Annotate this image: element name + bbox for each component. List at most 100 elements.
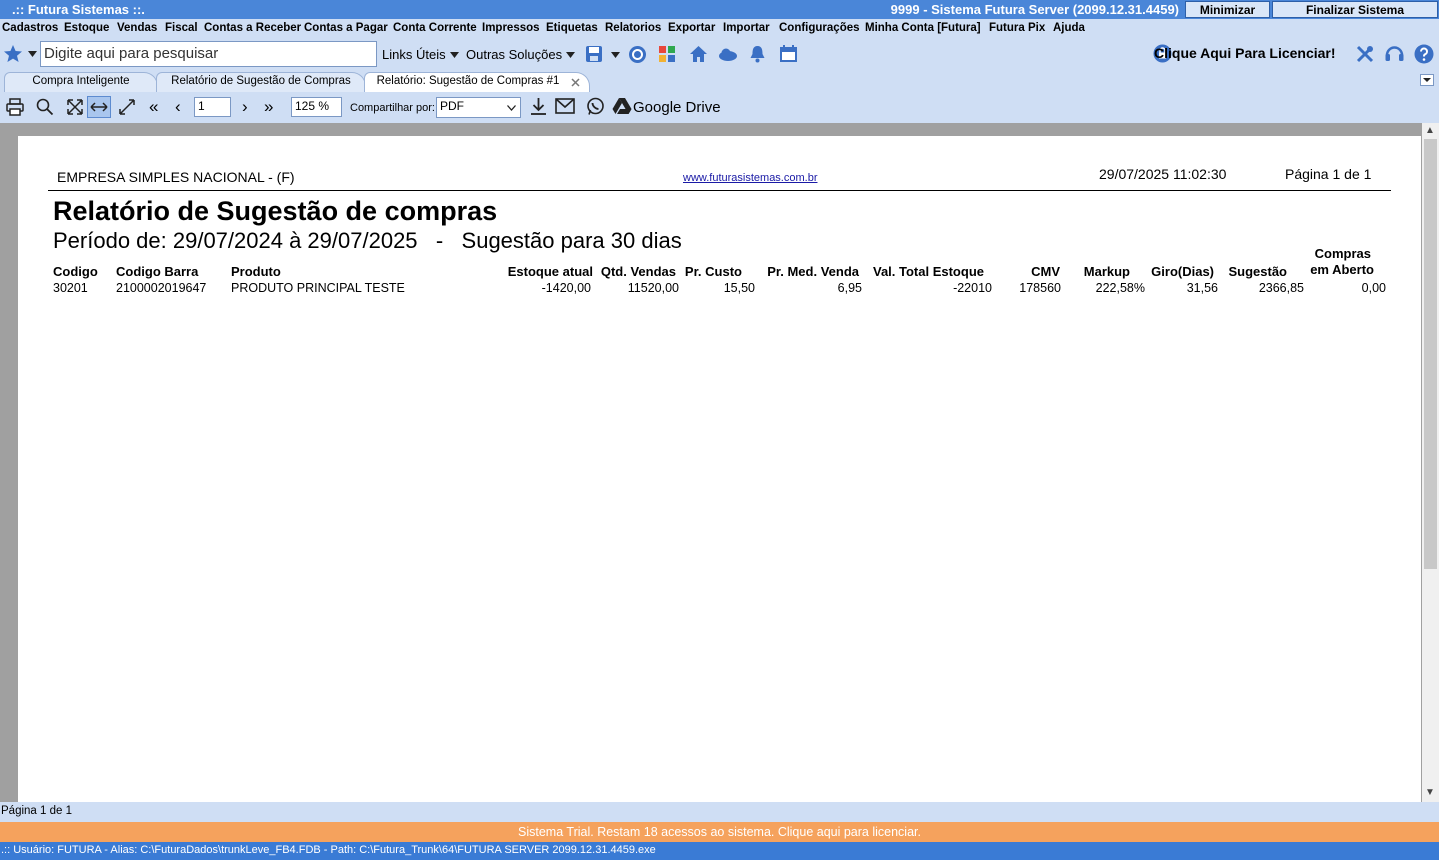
prev-page-icon[interactable]: ‹: [175, 97, 181, 117]
scroll-down-icon[interactable]: ▼: [1425, 787, 1435, 798]
chevron-down-icon[interactable]: [450, 52, 459, 58]
close-icon[interactable]: [571, 78, 580, 87]
menu-contas-pagar[interactable]: Contas a Pagar: [304, 22, 388, 34]
menu-importar[interactable]: Importar: [723, 22, 770, 34]
scroll-up-icon[interactable]: ▲: [1425, 125, 1435, 136]
col-sugestao: Sugestão: [1228, 264, 1287, 279]
menu-estoque[interactable]: Estoque: [64, 22, 109, 34]
page-status: Página 1 de 1: [0, 802, 1439, 822]
menu-vendas[interactable]: Vendas: [117, 22, 157, 34]
col-giro-dias: Giro(Dias): [1151, 264, 1214, 279]
menu-configuracoes[interactable]: Configurações: [779, 22, 860, 34]
main-toolbar: Digite aqui para pesquisar Links Úteis O…: [0, 39, 1439, 70]
shrink-icon[interactable]: [118, 98, 136, 116]
cell-codigo-barra: 2100002019647: [116, 281, 207, 295]
share-label: Compartilhar por:: [350, 102, 435, 114]
search-icon[interactable]: [36, 98, 54, 116]
cell-val-total-estoque: -22010: [953, 281, 992, 295]
col-produto: Produto: [231, 264, 281, 279]
menu-etiquetas[interactable]: Etiquetas: [546, 22, 598, 34]
col-compras: Compras: [1314, 246, 1371, 261]
website-link[interactable]: www.futurasistemas.com.br: [683, 172, 817, 184]
cell-qtd-vendas: 11520,00: [627, 281, 679, 295]
fit-page-icon[interactable]: [66, 98, 84, 116]
col-val-total-estoque: Val. Total Estoque: [872, 264, 984, 279]
chevron-down-icon[interactable]: [611, 52, 620, 58]
menu-cadastros[interactable]: Cadastros: [2, 22, 58, 34]
cell-estoque-atual: -1420,00: [541, 281, 591, 295]
tab-list-dropdown-icon[interactable]: [1420, 74, 1434, 86]
next-page-icon[interactable]: ›: [242, 97, 248, 117]
header-divider: [48, 190, 1391, 191]
finalize-system-button[interactable]: Finalizar Sistema: [1272, 1, 1438, 18]
report-period: Período de: 29/07/2024 à 29/07/2025 - Su…: [53, 228, 682, 253]
cell-pr-med-venda: 6,95: [837, 281, 862, 295]
menu-relatorios[interactable]: Relatorios: [605, 22, 661, 34]
support-headset-icon[interactable]: [1384, 44, 1405, 64]
bell-icon[interactable]: [749, 45, 766, 63]
print-icon[interactable]: [6, 98, 24, 116]
menu-impressos[interactable]: Impressos: [482, 22, 540, 34]
links-uteis-dropdown[interactable]: Links Úteis: [382, 47, 446, 62]
cell-pr-custo: 15,50: [723, 281, 755, 295]
apps-grid-icon[interactable]: [658, 45, 676, 63]
page-number-input[interactable]: 1: [194, 97, 231, 117]
google-drive-label[interactable]: Google Drive: [633, 99, 721, 116]
last-page-icon[interactable]: »: [264, 97, 273, 117]
chevron-down-icon[interactable]: [566, 52, 575, 58]
fit-width-button[interactable]: [87, 96, 111, 118]
server-title: 9999 - Sistema Futura Server (2099.12.31…: [890, 2, 1179, 17]
tab-label: Relatório de Sugestão de Compras: [171, 75, 351, 87]
chevron-down-icon[interactable]: [28, 51, 37, 57]
report-datetime: 29/07/2025 11:02:30: [1099, 166, 1227, 182]
home-icon[interactable]: [689, 45, 708, 63]
tab-relatorio-sugestao-1[interactable]: Relatório: Sugestão de Compras #1: [364, 72, 590, 92]
tab-relatorio-sugestao[interactable]: Relatório de Sugestão de Compras: [156, 72, 366, 92]
first-page-icon[interactable]: «: [149, 97, 158, 117]
col-qtd-vendas: Qtd. Vendas: [600, 264, 676, 279]
refresh-icon[interactable]: [628, 45, 647, 64]
cell-markup: 222,58%: [1095, 281, 1145, 295]
scrollbar-thumb[interactable]: [1424, 139, 1437, 569]
trial-banner[interactable]: Sistema Trial. Restam 18 acessos ao sist…: [0, 822, 1439, 842]
chevron-down-icon: [507, 105, 516, 111]
share-format-select[interactable]: PDF: [436, 97, 521, 118]
menu-exportar[interactable]: Exportar: [668, 22, 715, 34]
vertical-scrollbar[interactable]: ▲ ▼: [1422, 123, 1439, 802]
tools-icon[interactable]: [1355, 44, 1375, 64]
minimize-button[interactable]: Minimizar: [1185, 1, 1270, 18]
report-page: EMPRESA SIMPLES NACIONAL - (F) www.futur…: [18, 136, 1421, 802]
help-icon[interactable]: [1414, 44, 1434, 64]
outras-solucoes-dropdown[interactable]: Outras Soluções: [466, 47, 562, 62]
menu-fiscal[interactable]: Fiscal: [165, 22, 198, 34]
license-link[interactable]: Clique Aqui Para Licenciar!: [1154, 45, 1336, 61]
menu-ajuda[interactable]: Ajuda: [1053, 22, 1085, 34]
app-title: .:: Futura Sistemas ::.: [12, 2, 145, 17]
menu-contas-receber[interactable]: Contas a Receber: [204, 22, 301, 34]
google-drive-icon[interactable]: [612, 97, 632, 115]
report-toolbar: « ‹ 1 › » 125 % Compartilhar por: PDF Go…: [0, 92, 1439, 123]
save-icon[interactable]: [585, 45, 603, 63]
search-input[interactable]: Digite aqui para pesquisar: [40, 41, 377, 67]
col-codigo-barra: Codigo Barra: [116, 264, 199, 279]
cloud-icon[interactable]: [718, 47, 738, 61]
report-page-info: Página 1 de 1: [1285, 166, 1372, 182]
favorites-star-icon[interactable]: [3, 44, 23, 64]
email-icon[interactable]: [555, 98, 575, 114]
zoom-input[interactable]: 125 %: [291, 97, 342, 117]
download-icon[interactable]: [530, 97, 547, 116]
col-cmv: CMV: [1031, 264, 1060, 279]
col-markup: Markup: [1083, 264, 1130, 279]
menu-minha-conta[interactable]: Minha Conta [Futura]: [865, 22, 981, 34]
cell-produto: PRODUTO PRINCIPAL TESTE: [231, 281, 405, 295]
menu-conta-corrente[interactable]: Conta Corrente: [393, 22, 477, 34]
tab-compra-inteligente[interactable]: Compra Inteligente: [4, 72, 158, 92]
fit-width-icon: [90, 102, 108, 112]
calendar-icon[interactable]: [779, 44, 798, 63]
cell-cmv: 178560: [1019, 281, 1061, 295]
tab-label: Relatório: Sugestão de Compras #1: [376, 75, 560, 87]
menu-futura-pix[interactable]: Futura Pix: [989, 22, 1045, 34]
whatsapp-icon[interactable]: [586, 97, 605, 116]
title-bar: .:: Futura Sistemas ::. 9999 - Sistema F…: [0, 0, 1439, 19]
col-codigo: Codigo: [53, 264, 98, 279]
